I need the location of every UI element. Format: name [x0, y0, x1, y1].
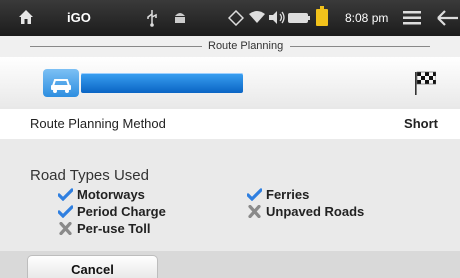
bottom-bar: Cancel [0, 251, 460, 278]
cross-icon [59, 222, 72, 235]
checkmark-icon [247, 188, 262, 201]
divider [290, 46, 430, 47]
divider [30, 46, 202, 47]
route-method-row[interactable]: Route Planning Method Short [0, 109, 460, 139]
car-icon [51, 79, 71, 93]
wifi-icon [249, 11, 265, 23]
route-bar [0, 57, 460, 109]
clock: 8:08 pm [345, 11, 389, 25]
cross-icon [248, 205, 261, 218]
route-method-value: Short [404, 116, 438, 131]
checkered-flag-icon [415, 71, 436, 95]
gps-icon [228, 10, 244, 26]
status-bar: iGO 8:08 pm [0, 0, 460, 36]
menu-icon[interactable] [403, 10, 421, 26]
battery-icon [288, 13, 310, 23]
usb-icon [147, 10, 157, 27]
route-method-label: Route Planning Method [30, 116, 166, 131]
back-icon[interactable] [436, 8, 460, 28]
android-icon [175, 13, 185, 23]
title-bar: Route Planning [0, 36, 460, 57]
route-start-button[interactable] [43, 69, 79, 97]
app-name: iGO [67, 10, 91, 25]
volume-icon [269, 11, 285, 24]
road-types-panel: Road Types Used Motorways Period Charge … [0, 139, 460, 251]
notification-icon [316, 6, 328, 26]
cancel-button[interactable]: Cancel [27, 255, 158, 278]
road-types-title: Road Types Used [30, 167, 149, 184]
checkmark-icon [58, 188, 73, 201]
page-title: Route Planning [208, 40, 284, 52]
home-icon[interactable] [17, 8, 35, 26]
checkmark-icon [58, 205, 73, 218]
route-progress-bar [81, 73, 243, 93]
